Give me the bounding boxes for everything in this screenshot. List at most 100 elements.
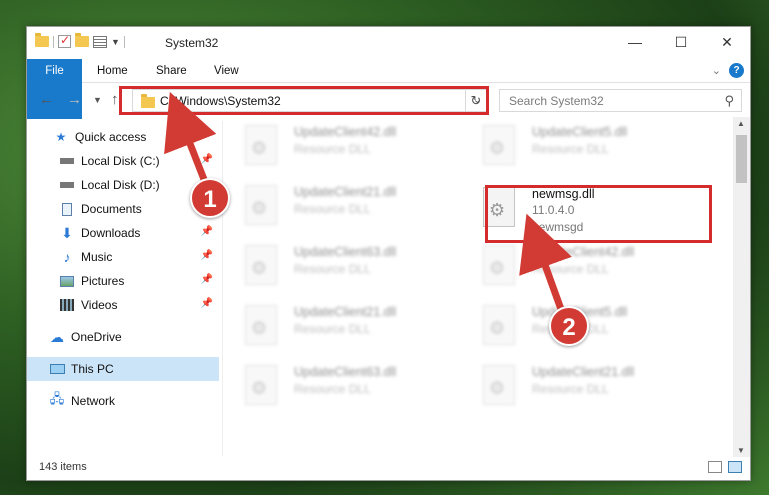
file-name: UpdateClient63.dll	[294, 365, 397, 379]
file-description: Resource DLL	[532, 262, 609, 276]
sidebar-item-label: Network	[71, 394, 116, 408]
file-description: Resource DLL	[532, 142, 609, 156]
recent-locations-chevron-icon[interactable]: ▼	[93, 95, 102, 105]
properties-check-icon[interactable]	[58, 33, 71, 48]
scroll-down-arrow-icon[interactable]: ▼	[737, 446, 745, 455]
dll-file-icon	[245, 365, 277, 405]
sidebar-item-label: Quick access	[75, 130, 147, 144]
file-highlight-box	[485, 185, 712, 243]
status-bar: 143 items	[27, 456, 750, 480]
file-name: UpdateClient21.dll	[294, 185, 397, 199]
sidebar-item-label: Music	[81, 250, 113, 264]
sidebar-item-label: Local Disk (C:)	[81, 154, 160, 168]
tab-home[interactable]: Home	[97, 59, 128, 83]
maximize-button[interactable]: ☐	[658, 27, 704, 57]
properties-icon[interactable]	[93, 35, 107, 48]
address-highlight-box	[119, 86, 489, 115]
scroll-up-arrow-icon[interactable]: ▲	[737, 119, 745, 128]
ribbon: File Home Share View ⌄ ?	[27, 59, 750, 119]
cloud-icon: ☁	[50, 328, 64, 345]
file-item[interactable]: UpdateClient5.dll Resource DLL	[475, 301, 705, 361]
pin-icon[interactable]: 📌	[201, 226, 213, 237]
sidebar-item-network[interactable]: 🖧 Network	[27, 389, 219, 413]
sidebar-item-local-disk-c[interactable]: Local Disk (C:) 📌	[27, 149, 219, 173]
network-icon: 🖧	[49, 391, 65, 406]
help-icon[interactable]: ?	[729, 63, 744, 78]
tab-share[interactable]: Share	[156, 59, 187, 83]
pc-icon	[49, 362, 65, 376]
file-item[interactable]: UpdateClient63.dll Resource DLL	[237, 361, 467, 421]
minimize-button[interactable]: —	[612, 27, 658, 57]
file-description: Resource DLL	[294, 262, 371, 276]
sidebar-item-label: Downloads	[81, 226, 141, 240]
sidebar-item-label: Documents	[81, 202, 142, 216]
file-item[interactable]: UpdateClient21.dll Resource DLL	[237, 301, 467, 361]
expand-ribbon-chevron-icon[interactable]: ⌄	[712, 64, 721, 77]
sidebar-item-label: Pictures	[81, 274, 125, 288]
file-item[interactable]: UpdateClient21.dll Resource DLL	[475, 361, 705, 421]
file-name: UpdateClient5.dll	[532, 125, 628, 139]
sidebar-item-quick-access[interactable]: ★ Quick access	[27, 125, 219, 149]
explorer-window: ▼ System32 — ☐ ✕ File Home Share View ⌄ …	[26, 26, 751, 481]
search-icon[interactable]: ⚲	[724, 93, 734, 109]
vertical-scrollbar[interactable]: ▲ ▼	[733, 117, 750, 457]
file-list: UpdateClient42.dll Resource DLL UpdateCl…	[237, 121, 735, 456]
file-item[interactable]: UpdateClient42.dll Resource DLL	[237, 121, 467, 181]
toolbar-divider	[123, 35, 125, 48]
file-name: UpdateClient63.dll	[294, 245, 397, 259]
up-arrow-icon[interactable]: ↑	[111, 91, 119, 108]
videos-icon	[59, 298, 75, 312]
close-button[interactable]: ✕	[704, 27, 750, 57]
pin-icon[interactable]: 📌	[201, 274, 213, 285]
forward-arrow-icon[interactable]: →	[67, 91, 82, 108]
pin-icon[interactable]: 📌	[201, 154, 213, 165]
navigation-pane: ★ Quick access Local Disk (C:) 📌 Local D…	[27, 121, 223, 456]
pin-icon[interactable]: 📌	[201, 298, 213, 309]
scroll-thumb[interactable]	[736, 135, 747, 183]
file-item[interactable]: UpdateClient21.dll Resource DLL	[237, 181, 467, 241]
title-bar: ▼ System32 — ☐ ✕	[27, 27, 750, 59]
file-description: Resource DLL	[294, 202, 371, 216]
file-item[interactable]: UpdateClient5.dll Resource DLL	[475, 121, 705, 181]
file-item[interactable]: UpdateClient42.dll Resource DLL	[475, 241, 705, 301]
sidebar-item-label: This PC	[71, 362, 114, 376]
customize-toolbar-chevron-icon[interactable]: ▼	[111, 37, 120, 47]
sidebar-item-music[interactable]: ♪ Music 📌	[27, 245, 219, 269]
sidebar-item-onedrive[interactable]: ☁ OneDrive	[27, 325, 219, 349]
dll-file-icon	[483, 365, 515, 405]
sidebar-item-pictures[interactable]: Pictures 📌	[27, 269, 219, 293]
sidebar-item-this-pc[interactable]: This PC	[27, 357, 219, 381]
download-icon: ⬇	[61, 224, 73, 241]
address-row: ← → ▼ ↑ C:\Windows\System32 ⌄ ↻ Search S…	[27, 83, 750, 117]
sidebar-item-label: OneDrive	[71, 330, 122, 344]
sidebar-item-downloads[interactable]: ⬇ Downloads 📌	[27, 221, 219, 245]
dll-file-icon	[245, 305, 277, 345]
music-icon: ♪	[63, 249, 71, 265]
file-name: UpdateClient21.dll	[294, 305, 397, 319]
search-placeholder: Search System32	[509, 94, 604, 108]
pictures-icon	[59, 274, 75, 288]
details-view-icon[interactable]	[708, 461, 722, 473]
file-name: UpdateClient42.dll	[532, 245, 635, 259]
toolbar-divider	[53, 35, 54, 48]
quick-access-toolbar: ▼	[35, 33, 125, 48]
search-input[interactable]: Search System32 ⚲	[499, 89, 742, 112]
dll-file-icon	[483, 245, 515, 285]
folder-icon	[35, 33, 49, 47]
back-arrow-icon[interactable]: ←	[39, 91, 54, 108]
new-folder-icon[interactable]	[75, 33, 89, 47]
file-name: UpdateClient21.dll	[532, 365, 635, 379]
sidebar-item-label: Local Disk (D:)	[81, 178, 160, 192]
pin-icon[interactable]: 📌	[201, 250, 213, 261]
dll-file-icon	[245, 185, 277, 225]
tab-view[interactable]: View	[214, 59, 239, 83]
sidebar-item-label: Videos	[81, 298, 118, 312]
window-title: System32	[165, 36, 219, 50]
step-marker-2: 2	[549, 306, 589, 346]
sidebar-item-videos[interactable]: Videos 📌	[27, 293, 219, 317]
item-count: 143 items	[39, 461, 87, 473]
file-item[interactable]: UpdateClient63.dll Resource DLL	[237, 241, 467, 301]
file-description: Resource DLL	[294, 322, 371, 336]
large-icons-view-icon[interactable]	[728, 461, 742, 473]
file-name: UpdateClient42.dll	[294, 125, 397, 139]
